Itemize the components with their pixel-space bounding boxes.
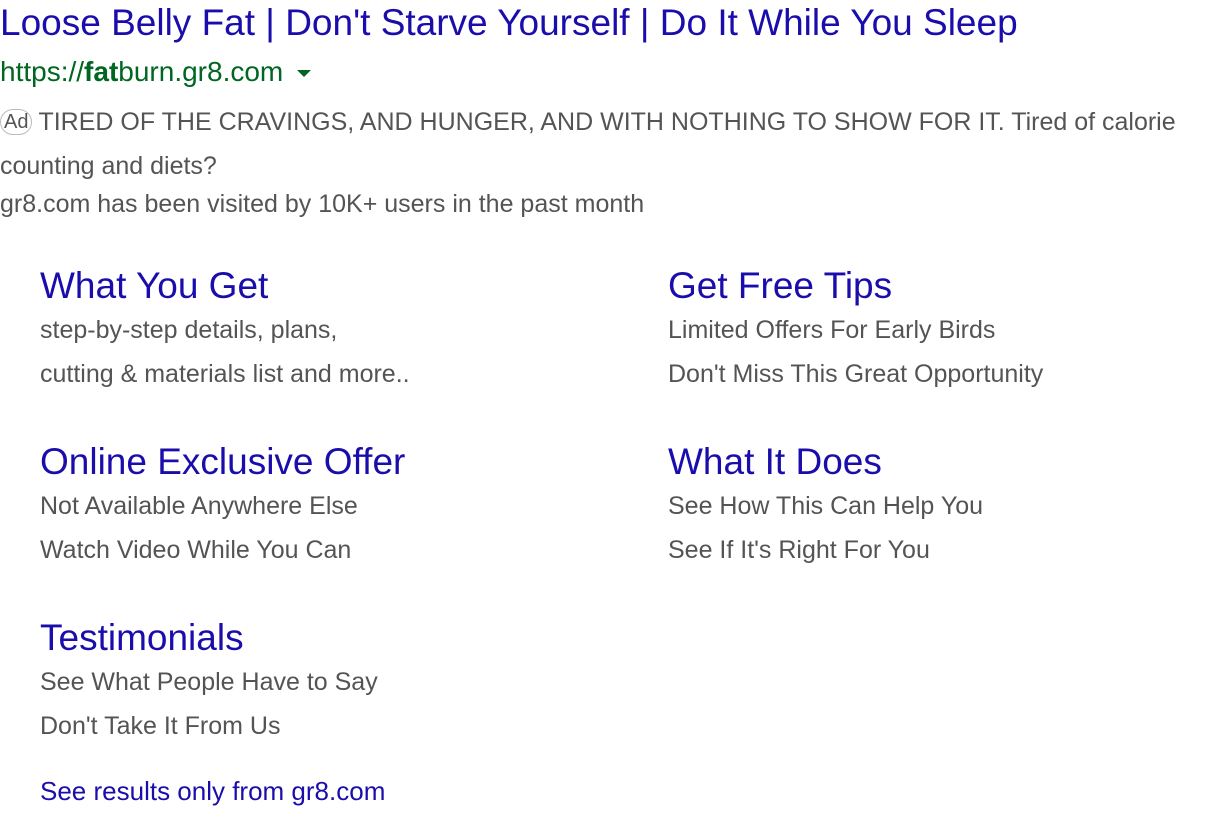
sitelink-line: cutting & materials list and more.. [40,360,410,388]
sitelink-line: Limited Offers For Early Birds [668,316,996,344]
sitelink-title[interactable]: Testimonials [40,616,600,660]
sitelink-line: Watch Video While You Can [40,536,352,564]
sitelink-title[interactable]: What You Get [40,264,600,308]
sitelink: Online Exclusive Offer Not Available Any… [40,440,600,572]
sitelink: What It Does See How This Can Help You S… [668,440,1216,572]
see-results-only-link[interactable]: See results only from gr8.com [40,776,385,807]
ad-badge: Ad [0,109,33,135]
description-text: TIRED OF THE CRAVINGS, AND HUNGER, AND W… [0,108,1176,180]
dropdown-caret-icon[interactable] [297,70,312,78]
ad-description: Ad TIRED OF THE CRAVINGS, AND HUNGER, AND… [0,100,1180,188]
url-rest: burn.gr8.com [118,56,284,87]
ad-url[interactable]: https://fatburn.gr8.com [0,56,312,88]
sitelink-line: step-by-step details, plans, [40,316,338,344]
sitelink-line: See How This Can Help You [668,492,984,520]
ad-title-link[interactable]: Loose Belly Fat | Don't Starve Yourself … [0,2,1018,44]
url-prefix: https:// [0,56,85,87]
sitelink-title[interactable]: Get Free Tips [668,264,1216,308]
sitelink-line: Don't Take It From Us [40,712,281,740]
sitelink-line: Not Available Anywhere Else [40,492,358,520]
sitelink-line: See If It's Right For You [668,536,930,564]
sitelink-title[interactable]: What It Does [668,440,1216,484]
sitelink: Get Free Tips Limited Offers For Early B… [668,264,1216,396]
sitelink: Testimonials See What People Have to Say… [40,616,600,748]
sitelink-line: See What People Have to Say [40,668,378,696]
url-bold: fat [84,56,119,87]
sitelink-line: Don't Miss This Great Opportunity [668,360,1044,388]
visited-note: gr8.com has been visited by 10K+ users i… [0,190,645,218]
sitelink: What You Get step-by-step details, plans… [40,264,600,396]
sitelink-title[interactable]: Online Exclusive Offer [40,440,600,484]
